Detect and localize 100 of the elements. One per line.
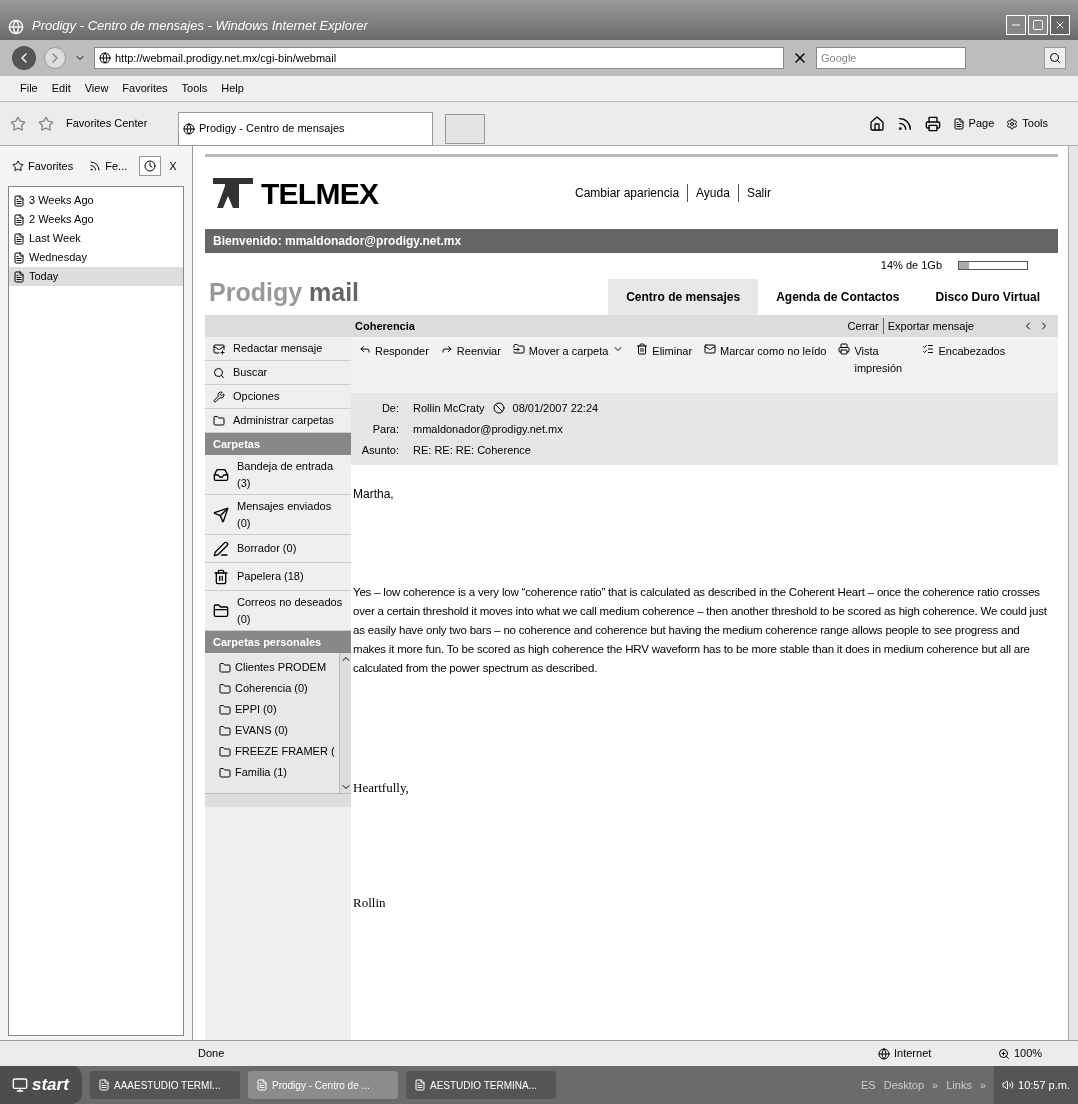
home-icon [868,115,885,132]
message-link[interactable]: Cerrar [847,317,879,335]
browser-tab[interactable]: Prodigy - Centro de mensajes [178,111,433,146]
folder-icon [213,414,225,427]
personal-folder[interactable]: EPPI (0) [219,699,339,720]
history-item[interactable]: 2 Weeks Ago [9,210,183,229]
window-icon [414,1079,426,1091]
add-star-icon [38,115,54,132]
toolbar-button[interactable]: Eliminar [636,343,693,360]
menu-item[interactable]: Help [221,80,244,97]
message-link[interactable]: Exportar mensaje [882,317,974,335]
folder-item[interactable]: Borrador (0) [205,535,351,563]
window-title: Prodigy - Centro de mensajes - Windows Internet Explorer [32,16,368,35]
folder-icon [219,745,231,758]
toolbar-label[interactable]: » [979,1076,986,1094]
search-field[interactable]: Google [816,47,966,69]
menu-item[interactable]: Favorites [122,80,168,97]
envelope-icon [704,343,717,355]
history-button[interactable] [139,156,162,176]
address-field[interactable]: http://webmail.prodigy.net.mx/cgi-bin/webmail [94,47,784,69]
back-button[interactable] [12,46,36,70]
toolbar-label[interactable]: » [932,1076,939,1094]
taskbar-button[interactable]: AAAESTUDIO TERMI... [90,1071,240,1099]
trash-icon [213,568,229,585]
history-item[interactable]: Today [9,267,183,286]
clock-icon [144,160,157,172]
new-tab-button[interactable] [445,113,485,144]
header-value: Rollin McCraty [413,400,485,416]
folder-item[interactable]: Bandeja de entrada (3) [205,455,351,495]
search-button[interactable] [1044,47,1066,69]
favorites-center-button[interactable]: Favorites Center [66,115,166,132]
wrench-icon [213,390,225,403]
maximize-button[interactable] [1028,15,1048,35]
menu-item[interactable]: View [84,80,109,97]
message-paragraph: Yes – low coherence is a very low “coherence ratio” that is calculated as described in the Coherent Heart – once the coherence ratio crosses over a certain threshold it moves into what we call medium coherence – then another threshold to be scored as high coherence. We could just as easily have only two bars – no coherence and coherence but having the medium coherence range allows people to see progress and makes it more fun. To be scored as high coherence the HRV waveform has to be more stable than it does in medium coherence but all are calculated from the power spectrum as described. [353,585,1048,676]
header-link[interactable]: Salir [737,184,771,202]
quota-reading: 14% de 1Gb [880,257,942,273]
header-link[interactable]: Cambiar apariencia [575,184,680,202]
taskbar-button[interactable]: AESTUDIO TERMINA... [406,1071,556,1099]
personal-folder[interactable]: Familia (1) [219,762,339,783]
panel-tab[interactable]: Favorites [8,157,78,175]
status-icon [492,402,505,414]
folder-icon [213,602,229,619]
list-icon [922,343,935,355]
printer-icon [924,115,941,132]
zoom-level[interactable]: 100% [1014,1045,1043,1062]
folder-item[interactable]: Papelera (18) [205,563,351,591]
nav-tab[interactable]: Centro de mensajes [608,279,759,315]
search-icon [213,366,225,379]
panel-tab[interactable]: Fe... [85,157,132,175]
personal-folder[interactable]: EVANS (0) [219,720,339,741]
folder-item[interactable]: Mensajes enviados (0) [205,495,351,535]
section-heading: Carpetas personales [205,631,351,653]
minimize-button[interactable] [1006,15,1026,35]
page-icon [183,122,195,135]
window-icon [98,1079,110,1091]
toolbar-button[interactable]: Mover a carpeta [512,343,625,360]
personal-folder[interactable]: FREEZE FRAMER ( [219,741,339,762]
star-icon [12,160,24,172]
sent-mail-icon [213,506,229,523]
welcome-bar: Bienvenido: mmaldonador@prodigy.net.mx [205,229,1058,253]
zone-text: Internet [894,1046,932,1062]
start-button[interactable]: start [0,1066,82,1104]
inbox-icon [213,466,229,483]
trash-icon [636,343,649,355]
header-link[interactable]: Ayuda [687,184,730,202]
toolbar-button[interactable]: Vista impresión [838,343,911,376]
command-button[interactable]: Tools [1006,115,1048,132]
history-item[interactable]: 3 Weeks Ago [9,191,183,210]
toolbar-button[interactable]: Encabezados [922,343,1006,360]
close-panel-button[interactable]: X [169,157,177,175]
close-button[interactable] [1050,15,1070,35]
nav-tab[interactable]: Agenda de Contactos [758,279,918,315]
personal-folder[interactable]: Clientes PRODEM [219,657,339,678]
close-icon [1054,19,1066,31]
reply-icon [359,343,371,355]
clock: 10:57 p.m. [1018,1077,1070,1093]
folder-icon [219,724,231,737]
toolbar-button[interactable]: Marcar como no leído [704,343,827,360]
menu-item[interactable]: Tools [181,80,208,97]
history-item[interactable]: Last Week [9,229,183,248]
toolbar-button[interactable]: Responder [359,343,429,360]
brand-logo: Prodigy mail [208,276,361,308]
nav-tab[interactable]: Disco Duro Virtual [917,279,1058,315]
folder-icon [219,766,231,779]
history-item[interactable]: Wednesday [9,248,183,267]
globe-icon [878,1047,890,1060]
toolbar-button[interactable]: Reenviar [440,343,501,360]
folder-icon [219,661,231,674]
personal-folder[interactable]: Coherencia (0) [219,678,339,699]
command-button[interactable]: Page [952,115,995,132]
menu-item[interactable]: Edit [51,80,71,97]
header-value: mmaldonador@prodigy.net.mx [413,421,563,437]
signature: Rollin [353,893,387,912]
header-label: Asunto: [360,442,399,458]
status-text: Done [198,1046,225,1062]
logo-icon [213,178,253,208]
menu-item[interactable]: File [20,80,38,97]
draft-icon [213,540,229,557]
section-heading: Carpetas [205,433,351,455]
